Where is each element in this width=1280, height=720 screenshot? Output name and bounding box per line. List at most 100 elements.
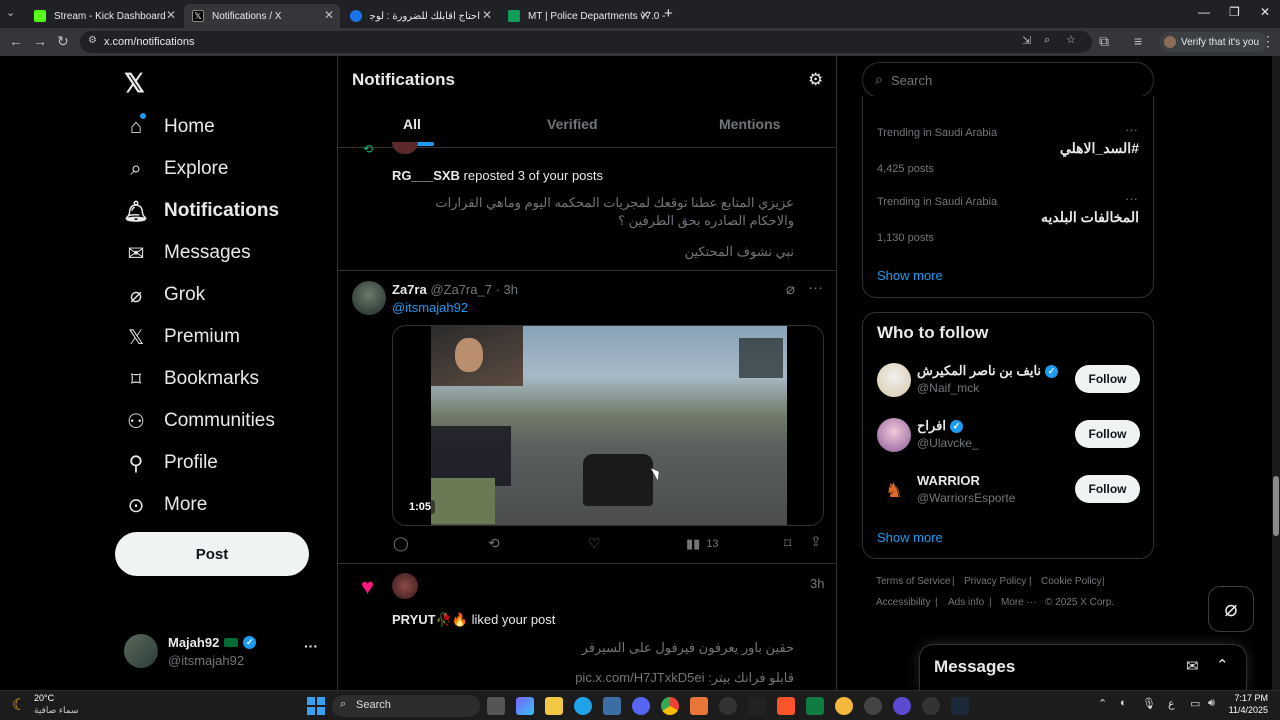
nav-item-bookmarks[interactable]: ⌑ Bookmarks	[124, 361, 259, 397]
volume-icon[interactable]: 🔊︎	[1208, 697, 1215, 710]
browser-tab[interactable]: احتاج اقابلك للضرورة : لوجود ادلة ✕	[342, 4, 498, 28]
browser-tab-active[interactable]: 𝕏 Notifications / X ✕	[184, 4, 340, 28]
site-info-icon[interactable]: ⚙	[88, 35, 97, 46]
share-icon[interactable]: ⇪	[810, 533, 822, 550]
reload-icon[interactable]: ↻	[57, 33, 69, 50]
follow-suggestion[interactable]: ♞ WARRIOR @WarriorsEsporte Follow	[863, 471, 1153, 521]
account-switcher[interactable]: Majah92 ✓ @itsmajah92 ···	[124, 634, 324, 674]
app-icon[interactable]	[690, 697, 708, 715]
tab-all[interactable]: All	[403, 116, 421, 132]
nav-item-explore[interactable]: ⌕ Explore	[124, 151, 228, 187]
new-message-icon[interactable]: ✉	[1186, 657, 1199, 675]
bookmark-icon[interactable]: ⌑	[784, 535, 791, 552]
excel-icon[interactable]	[806, 697, 824, 715]
grok-icon[interactable]: ⌀	[786, 280, 795, 298]
discord-icon[interactable]	[632, 697, 650, 715]
forward-arrow-icon[interactable]: →	[33, 33, 47, 49]
mention-link[interactable]: @itsmajah92	[392, 300, 468, 315]
nav-item-premium[interactable]: 𝕏 Premium	[124, 319, 240, 355]
more-dots-icon[interactable]: ···	[1125, 122, 1138, 137]
brave-icon[interactable]	[777, 697, 795, 715]
language-icon[interactable]: ع	[1168, 697, 1175, 710]
tab-verified[interactable]: Verified	[547, 116, 598, 132]
back-arrow-icon[interactable]: ←	[9, 33, 23, 49]
close-icon[interactable]: ✕	[482, 8, 492, 22]
zoom-icon[interactable]: ⌕	[1044, 34, 1050, 47]
file-explorer-icon[interactable]	[545, 697, 563, 715]
close-icon[interactable]: ✕	[324, 8, 334, 22]
footer-link[interactable]: Cookie Policy	[1041, 576, 1102, 587]
user-name[interactable]: RG___SXB	[392, 168, 460, 183]
notification-repost[interactable]: ⟲ RG___SXB reposted 3 of your posts عزيز…	[338, 142, 836, 270]
app-icon[interactable]	[893, 697, 911, 715]
bookmark-star-icon[interactable]: ☆	[1066, 33, 1076, 46]
show-more-link[interactable]: Show more	[877, 530, 943, 545]
profile-chip[interactable]: Verify that it's you	[1160, 32, 1268, 52]
avatar[interactable]	[392, 573, 418, 599]
new-tab-plus-icon[interactable]: +	[664, 5, 673, 22]
follow-suggestion[interactable]: افراح ✓ @Ulavcke_ Follow	[863, 416, 1153, 466]
more-dots-icon[interactable]: ···	[1125, 191, 1138, 206]
follow-button[interactable]: Follow	[1075, 475, 1140, 503]
expand-chevrons-icon[interactable]: ⌃	[1216, 656, 1229, 674]
user-name[interactable]: PRYUT🥀🔥	[392, 612, 468, 627]
microphone-icon[interactable]: 🎙︎	[1142, 697, 1156, 710]
store-icon[interactable]	[603, 697, 621, 715]
trend-item[interactable]: Trending in Saudi Arabia ··· #السد_الاهل…	[863, 122, 1153, 188]
nav-item-communities[interactable]: ⚇ Communities	[124, 403, 275, 439]
post-button[interactable]: Post	[115, 532, 309, 576]
edge-icon[interactable]	[574, 697, 592, 715]
messages-drawer[interactable]: Messages ✉ ⌃	[919, 644, 1247, 690]
more-dots-icon[interactable]: ···	[304, 638, 318, 654]
trend-item[interactable]: Trending in Saudi Arabia ··· المخالفات ا…	[863, 191, 1153, 257]
window-close-icon[interactable]: ✕	[1260, 5, 1270, 19]
restore-icon[interactable]: ❐	[1229, 5, 1240, 19]
close-icon[interactable]: ✕	[640, 8, 650, 22]
tray-app-icon[interactable]: ◐	[1120, 697, 1127, 709]
extensions-icon[interactable]: ⧉	[1099, 33, 1109, 50]
reply-icon[interactable]: ◯	[393, 535, 409, 552]
like-heart-icon[interactable]: ♡	[588, 535, 601, 552]
follow-button[interactable]: Follow	[1075, 420, 1140, 448]
scrollbar-thumb[interactable]	[1273, 476, 1279, 536]
install-app-icon[interactable]: ⇲	[1022, 34, 1031, 47]
post-article[interactable]: Za7ra @Za7ra_7 · 3h ⌀ ··· @itsmajah92 1:…	[338, 271, 836, 563]
show-more-link[interactable]: Show more	[877, 268, 943, 283]
notification-like[interactable]: ♥ 3h PRYUT🥀🔥 liked your post حقين باور ي…	[338, 564, 836, 690]
author-name[interactable]: Za7ra	[392, 282, 427, 297]
app-icon[interactable]	[835, 697, 853, 715]
obs-icon[interactable]	[719, 697, 737, 715]
settings-gear-icon[interactable]: ⚙	[808, 70, 823, 90]
retweet-icon[interactable]: ⟲	[488, 535, 500, 552]
video-player[interactable]: 1:05	[392, 325, 824, 526]
footer-link[interactable]: Ads info	[948, 597, 984, 608]
avatar[interactable]	[352, 281, 386, 315]
network-icon[interactable]: ▭	[1190, 697, 1200, 710]
follow-suggestion[interactable]: نايف بن ناصر المكيرش ✓ @Naif_mck Follow	[863, 361, 1153, 411]
tray-chevron-icon[interactable]: ⌃	[1098, 697, 1107, 710]
app-icon[interactable]	[748, 697, 766, 715]
windows-start-icon[interactable]	[307, 697, 325, 715]
grok-floating-button[interactable]: ⌀	[1208, 586, 1254, 632]
copilot-icon[interactable]	[516, 697, 534, 715]
chrome-icon[interactable]	[661, 697, 679, 715]
browser-tab[interactable]: Stream - Kick Dashboard ✕	[26, 4, 182, 28]
address-bar[interactable]: ⚙ x.com/notifications ⇲ ⌕ ☆	[80, 31, 1092, 53]
post-time[interactable]: 3h	[504, 282, 518, 297]
close-icon[interactable]: ✕	[166, 8, 176, 22]
nav-item-home[interactable]: ⌂ Home	[124, 109, 215, 145]
clock-time[interactable]: 7:17 PM	[1226, 693, 1268, 703]
tab-mentions[interactable]: Mentions	[719, 116, 780, 132]
footer-link[interactable]: Terms of Service	[876, 576, 950, 587]
search-box[interactable]: ⌕ Search	[862, 62, 1154, 98]
taskbar-search[interactable]: ⌕ Search	[332, 695, 480, 717]
footer-link[interactable]: Accessibility	[876, 597, 930, 608]
steam-icon[interactable]	[951, 697, 969, 715]
more-dots-icon[interactable]: ···	[808, 279, 823, 296]
x-logo-icon[interactable]: 𝕏	[124, 68, 145, 99]
nav-item-notifications[interactable]: 🔔︎ Notifications	[123, 193, 279, 229]
browser-tab[interactable]: MT | Police Departments v7.0 - ✕	[500, 4, 665, 28]
footer-link[interactable]: Privacy Policy	[964, 576, 1026, 587]
footer-more-link[interactable]: More ···	[1001, 597, 1037, 608]
weather-temp[interactable]: 20°C	[34, 693, 54, 703]
